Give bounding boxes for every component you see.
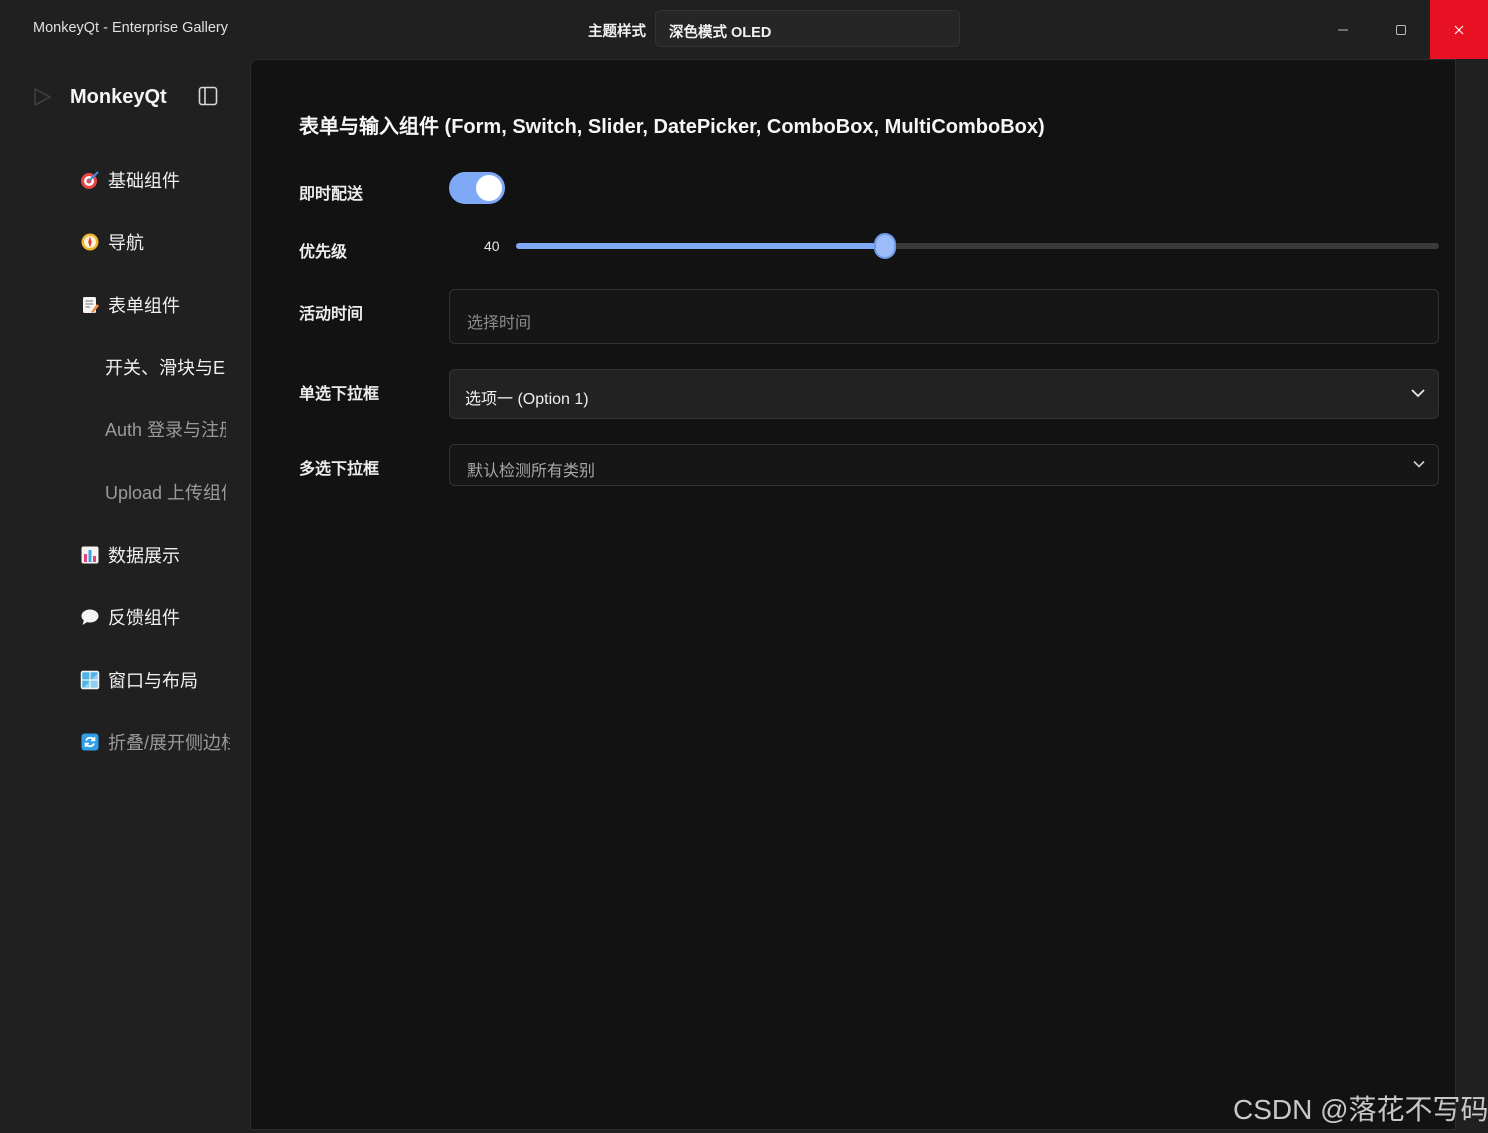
maximize-icon: [1396, 24, 1406, 35]
sidebar-subitem-upload[interactable]: Upload 上传组件: [105, 479, 226, 509]
brand-name: MonkeyQt: [70, 86, 167, 108]
priority-slider[interactable]: [516, 233, 1439, 259]
sidebar-item-forms[interactable]: 表单组件: [80, 292, 230, 322]
dart-target-icon: [81, 171, 99, 189]
close-icon: [1454, 25, 1464, 34]
play-menu-icon[interactable]: [30, 86, 54, 108]
activity-time-placeholder: 选择时间: [467, 315, 532, 332]
maximize-button[interactable]: [1372, 0, 1430, 59]
sidebar-item-basic[interactable]: 基础组件: [80, 167, 230, 197]
instant-delivery-switch[interactable]: [449, 172, 505, 204]
compass-icon: [81, 233, 99, 251]
close-button[interactable]: [1430, 0, 1488, 59]
sidebar: MonkeyQt 基础组件 导航 表单组件 开关、滑块与E Auth 登录与注册…: [0, 59, 250, 1133]
activity-time-picker[interactable]: 选择时间: [449, 289, 1439, 344]
chevron-down-icon: [1413, 460, 1425, 468]
speech-bubble-icon: [81, 609, 99, 625]
sidebar-item-label: 表单组件: [108, 296, 180, 316]
sidebar-item-feedback[interactable]: 反馈组件: [80, 604, 230, 634]
minimize-button[interactable]: [1314, 0, 1372, 59]
single-select-value: 选项一 (Option 1): [465, 391, 589, 408]
sidebar-header: MonkeyQt: [0, 59, 250, 135]
sidebar-item-label: 数据展示: [108, 546, 180, 566]
sidebar-item-navigation[interactable]: 导航: [80, 229, 230, 259]
single-select-label: 单选下拉框: [299, 386, 380, 403]
sidebar-item-window-layout[interactable]: 窗口与布局: [80, 667, 230, 697]
window-icon: [80, 670, 100, 690]
switch-knob: [476, 175, 502, 201]
watermark: CSDN @落花不写码: [1233, 1094, 1488, 1125]
activity-time-label: 活动时间: [299, 306, 364, 323]
slider-thumb[interactable]: [874, 233, 897, 259]
priority-value: 40: [484, 238, 500, 254]
sidebar-item-label: 反馈组件: [108, 608, 180, 628]
main-content: 表单与输入组件 (Form, Switch, Slider, DatePicke…: [250, 59, 1456, 1130]
single-select-combobox[interactable]: 选项一 (Option 1): [449, 369, 1439, 419]
sidebar-item-data-display[interactable]: 数据展示: [80, 542, 230, 572]
sidebar-panel-icon[interactable]: [198, 86, 218, 106]
chevron-down-icon: [1411, 389, 1425, 398]
sidebar-item-collapse[interactable]: 折叠/展开侧边栏: [80, 729, 230, 759]
window-title: MonkeyQt - Enterprise Gallery: [33, 20, 229, 36]
bar-chart-icon: [81, 546, 99, 564]
sidebar-item-label: 基础组件: [108, 171, 180, 191]
priority-label: 优先级: [299, 244, 348, 261]
sidebar-item-label: 窗口与布局: [108, 671, 198, 691]
theme-select[interactable]: 深色模式 OLED: [655, 10, 960, 47]
sidebar-item-label: 折叠/展开侧边栏: [108, 733, 230, 753]
sidebar-subitem-switch-slider[interactable]: 开关、滑块与E: [105, 354, 226, 384]
instant-delivery-label: 即时配送: [299, 186, 364, 203]
title-bar: MonkeyQt - Enterprise Gallery 主题样式 深色模式 …: [0, 0, 1488, 59]
slider-fill: [516, 243, 886, 249]
multi-select-placeholder: 默认检测所有类别: [467, 463, 596, 480]
memo-icon: [83, 297, 99, 313]
minimize-icon: [1338, 29, 1348, 30]
sidebar-subitem-auth[interactable]: Auth 登录与注册: [105, 416, 226, 446]
page-title: 表单与输入组件 (Form, Switch, Slider, DatePicke…: [299, 116, 1045, 138]
multi-select-label: 多选下拉框: [299, 461, 380, 478]
refresh-icon: [81, 733, 99, 751]
theme-label: 主题样式: [588, 24, 646, 40]
sidebar-item-label: 导航: [108, 233, 144, 253]
multi-select-combobox[interactable]: 默认检测所有类别: [449, 444, 1439, 486]
